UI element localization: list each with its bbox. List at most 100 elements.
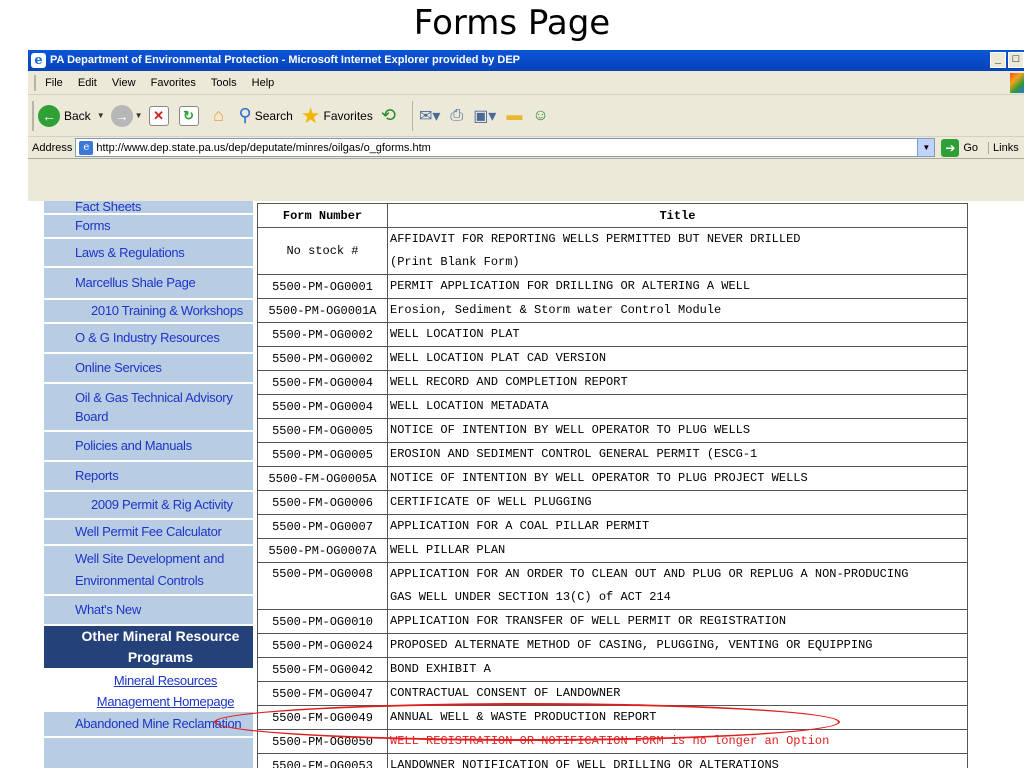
form-title-cell[interactable]: BOND EXHIBIT A	[387, 657, 968, 682]
sidebar-item-site-development[interactable]: Well Site Development and Environmental …	[44, 546, 253, 596]
links-button[interactable]: Links	[988, 141, 1019, 154]
form-number-cell: 5500-FM-OG0047	[257, 681, 388, 706]
sidebar-item-whats-new[interactable]: What's New	[44, 596, 253, 626]
edit-button[interactable]: ▣▾	[473, 106, 496, 126]
messenger-button[interactable]: ☺	[532, 107, 548, 125]
table-header-row: Form Number Title	[257, 203, 968, 228]
form-title-cell[interactable]: ANNUAL WELL & WASTE PRODUCTION REPORT	[387, 705, 968, 730]
form-title-cell[interactable]: WELL PILLAR PLAN	[387, 538, 968, 563]
form-title-cell[interactable]: NOTICE OF INTENTION BY WELL OPERATOR TO …	[387, 418, 968, 443]
form-title-cell[interactable]: PROPOSED ALTERNATE METHOD OF CASING, PLU…	[387, 633, 968, 658]
table-row[interactable]: 5500-PM-OG0001A Erosion, Sediment & Storm…	[257, 298, 968, 323]
table-row[interactable]: 5500-FM-OG0005 NOTICE OF INTENTION BY WEL…	[257, 418, 968, 443]
form-title-cell[interactable]: WELL REGISTRATION OR NOTIFICATION FORM i…	[387, 729, 968, 754]
table-row[interactable]: 5500-PM-OG0010 APPLICATION FOR TRANSFER O…	[257, 609, 968, 634]
table-row[interactable]: 5500-PM-OG0004 WELL LOCATION METADATA	[257, 394, 968, 419]
sidebar-item-training-workshops[interactable]: 2010 Training & Workshops	[44, 300, 253, 324]
sidebar-item-forms[interactable]: Forms	[44, 215, 253, 239]
table-row[interactable]: 5500-PM-OG0005 EROSION AND SEDIMENT CONTR…	[257, 442, 968, 467]
sidebar-item-fact-sheets[interactable]: Fact Sheets	[44, 201, 253, 215]
table-row[interactable]: 5500-FM-OG0004 WELL RECORD AND COMPLETION…	[257, 370, 968, 395]
form-title-cell[interactable]: CONTRACTUAL CONSENT OF LANDOWNER	[387, 681, 968, 706]
form-title-cell[interactable]: WELL LOCATION PLAT CAD VERSION	[387, 346, 968, 371]
table-row[interactable]: 5500-PM-OG0050 WELL REGISTRATION OR NOTIF…	[257, 729, 968, 754]
restore-button[interactable]: □	[1008, 52, 1024, 68]
search-button[interactable]: ⚲ Search	[239, 105, 293, 126]
sidebar-item-technical-advisory-board[interactable]: Oil & Gas Technical Advisory Board	[44, 384, 253, 432]
address-bar: Address e http://www.dep.state.pa.us/dep…	[28, 137, 1024, 159]
menu-edit[interactable]: Edit	[78, 71, 97, 95]
window-controls: _ □	[988, 52, 1024, 68]
form-title-cell[interactable]: WELL RECORD AND COMPLETION REPORT	[387, 370, 968, 395]
back-button[interactable]: ← Back	[38, 104, 91, 127]
form-title-cell[interactable]: AFFIDAVIT FOR REPORTING WELLS PERMITTED …	[387, 227, 968, 275]
table-row[interactable]: No stock # AFFIDAVIT FOR REPORTING WELLS…	[257, 227, 968, 275]
toolbar-grip[interactable]	[32, 100, 34, 131]
form-title-cell[interactable]: PERMIT APPLICATION FOR DRILLING OR ALTER…	[387, 274, 968, 299]
window-titlebar[interactable]: e PA Department of Environmental Protect…	[28, 50, 1024, 71]
form-title-cell[interactable]: APPLICATION FOR AN ORDER TO CLEAN OUT AN…	[387, 562, 968, 610]
sidebar-item-online-services[interactable]: Online Services	[44, 354, 253, 384]
form-title-cell[interactable]: Erosion, Sediment & Storm water Control …	[387, 298, 968, 323]
menu-help[interactable]: Help	[252, 71, 275, 95]
mail-button[interactable]: ✉▾	[419, 106, 440, 126]
table-row[interactable]: 5500-PM-OG0007 APPLICATION FOR A COAL PIL…	[257, 514, 968, 539]
favorites-button[interactable]: ★ Favorites	[301, 103, 373, 129]
minimize-button[interactable]: _	[990, 52, 1006, 68]
sidebar-item-abandoned-mine[interactable]: Abandoned Mine Reclamation	[44, 712, 253, 738]
table-row[interactable]: 5500-PM-OG0008 APPLICATION FOR AN ORDER …	[257, 562, 968, 610]
form-number-cell: 5500-FM-OG0006	[257, 490, 388, 515]
menu-file[interactable]: File	[45, 71, 63, 95]
menu-view[interactable]: View	[112, 71, 136, 95]
browser-window: e PA Department of Environmental Protect…	[28, 50, 1024, 768]
forward-dropdown-icon[interactable]: ▼	[135, 111, 143, 120]
table-row[interactable]: 5500-PM-OG0001 PERMIT APPLICATION FOR DRI…	[257, 274, 968, 299]
search-icon: ⚲	[238, 105, 252, 125]
refresh-button[interactable]: ↻	[178, 105, 199, 126]
form-title-cell[interactable]: LANDOWNER NOTIFICATION OF WELL DRILLING …	[387, 753, 968, 768]
sidebar-item-marcellus-shale[interactable]: Marcellus Shale Page	[44, 268, 253, 300]
menu-tools[interactable]: Tools	[211, 71, 237, 95]
form-title-cell[interactable]: APPLICATION FOR TRANSFER OF WELL PERMIT …	[387, 609, 968, 634]
menubar-grip[interactable]	[34, 75, 36, 92]
table-row[interactable]: 5500-PM-OG0024 PROPOSED ALTERNATE METHOD …	[257, 633, 968, 658]
form-title-cell[interactable]: WELL LOCATION METADATA	[387, 394, 968, 419]
menu-favorites[interactable]: Favorites	[151, 71, 196, 95]
table-row[interactable]: 5500-FM-OG0005A NOTICE OF INTENTION BY WE…	[257, 466, 968, 491]
ie-logo-icon: e	[31, 53, 46, 68]
go-label: Go	[963, 141, 979, 154]
search-label: Search	[254, 108, 293, 123]
address-dropdown-icon[interactable]: ▼	[917, 139, 935, 156]
sidebar-item-laws-regulations[interactable]: Laws & Regulations	[44, 239, 253, 268]
sidebar-item-industry-resources[interactable]: O & G Industry Resources	[44, 324, 253, 354]
folder-button[interactable]: ▬	[506, 107, 522, 125]
form-title-cell[interactable]: APPLICATION FOR A COAL PILLAR PERMIT	[387, 514, 968, 539]
print-button[interactable]: ⎙	[450, 107, 463, 125]
form-number-cell: No stock #	[257, 227, 388, 275]
table-row[interactable]: 5500-FM-OG0047 CONTRACTUAL CONSENT OF LAN…	[257, 681, 968, 706]
history-button[interactable]: ⟲	[381, 105, 396, 126]
table-row[interactable]: 5500-FM-OG0053 LANDOWNER NOTIFICATION OF …	[257, 753, 968, 768]
table-row[interactable]: 5500-PM-OG0002 WELL LOCATION PLAT	[257, 322, 968, 347]
address-input[interactable]: e http://www.dep.state.pa.us/dep/deputat…	[75, 138, 936, 157]
table-row-highlighted[interactable]: 5500-FM-OG0049 ANNUAL WELL & WASTE PRODUC…	[257, 705, 968, 730]
form-title-cell[interactable]: EROSION AND SEDIMENT CONTROL GENERAL PER…	[387, 442, 968, 467]
forward-button[interactable]: →	[110, 104, 133, 127]
form-title-cell[interactable]: WELL LOCATION PLAT	[387, 322, 968, 347]
table-row[interactable]: 5500-FM-OG0006 CERTIFICATE OF WELL PLUGGI…	[257, 490, 968, 515]
go-button[interactable]: ➔ Go	[941, 138, 979, 157]
stop-button[interactable]: ✕	[148, 105, 169, 126]
form-title-cell[interactable]: CERTIFICATE OF WELL PLUGGING	[387, 490, 968, 515]
favorites-label: Favorites	[323, 108, 373, 123]
sidebar-item-permit-rig-activity[interactable]: 2009 Permit & Rig Activity	[44, 492, 253, 520]
back-dropdown-icon[interactable]: ▼	[97, 111, 105, 120]
sidebar-item-fee-calculator[interactable]: Well Permit Fee Calculator	[44, 520, 253, 546]
table-row[interactable]: 5500-PM-OG0007A WELL PILLAR PLAN	[257, 538, 968, 563]
table-row[interactable]: 5500-FM-OG0042 BOND EXHIBIT A	[257, 657, 968, 682]
table-row[interactable]: 5500-PM-OG0002 WELL LOCATION PLAT CAD VER…	[257, 346, 968, 371]
home-button[interactable]: ⌂	[209, 106, 229, 126]
sidebar-item-policies-manuals[interactable]: Policies and Manuals	[44, 432, 253, 462]
form-title-cell[interactable]: NOTICE OF INTENTION BY WELL OPERATOR TO …	[387, 466, 968, 491]
sidebar-item-reports[interactable]: Reports	[44, 462, 253, 492]
sidebar-item-mineral-resources[interactable]: Mineral Resources Management Homepage	[44, 670, 253, 712]
